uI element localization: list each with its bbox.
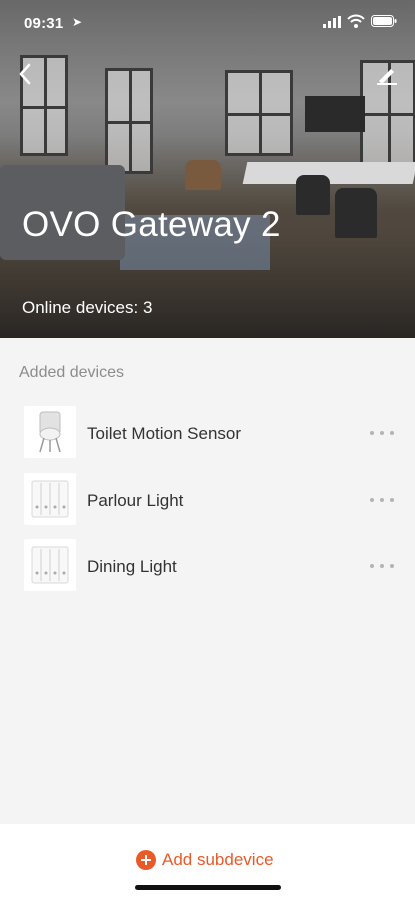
- chair-decoration: [185, 160, 221, 190]
- chair-decoration: [296, 175, 330, 215]
- device-list: Toilet Motion Sensor Parlour Light Dinin…: [0, 400, 415, 600]
- device-row-toilet-motion-sensor[interactable]: Toilet Motion Sensor: [0, 400, 415, 467]
- device-name: Toilet Motion Sensor: [87, 424, 242, 443]
- status-time: 09:31: [24, 15, 64, 32]
- bottom-action-bar: Add subdevice: [0, 824, 415, 900]
- more-options-button[interactable]: [369, 555, 395, 575]
- chair-decoration: [335, 188, 377, 238]
- edit-button[interactable]: [375, 62, 399, 86]
- section-label: Added devices: [19, 364, 124, 381]
- window-decoration: [105, 68, 153, 174]
- device-row-dining-light[interactable]: Dining Light: [0, 533, 415, 600]
- window-decoration: [225, 70, 293, 156]
- motion-sensor-icon: [24, 406, 76, 458]
- device-row-parlour-light[interactable]: Parlour Light: [0, 467, 415, 534]
- device-name: Dining Light: [87, 557, 177, 576]
- light-switch-icon: [24, 539, 76, 591]
- location-arrow-icon: ➤: [72, 15, 83, 29]
- gateway-title: OVO Gateway 2: [22, 205, 281, 244]
- light-switch-icon: [24, 472, 76, 525]
- battery-icon: [371, 15, 397, 27]
- online-devices-count: Online devices: 3: [22, 298, 153, 317]
- add-subdevice-label: Add subdevice: [162, 850, 274, 869]
- chevron-left-icon: [19, 63, 31, 85]
- add-subdevice-button[interactable]: Add subdevice: [136, 850, 274, 870]
- plus-circle-icon: [136, 850, 156, 870]
- status-bar: 09:31 ➤: [0, 0, 415, 44]
- device-name: Parlour Light: [87, 490, 184, 510]
- more-options-button[interactable]: [369, 422, 395, 442]
- home-indicator: [135, 885, 281, 890]
- back-button[interactable]: [14, 60, 38, 88]
- more-options-button[interactable]: [369, 489, 395, 509]
- gateway-header-image: [0, 0, 415, 338]
- wifi-icon: [347, 14, 365, 28]
- pencil-icon: [377, 69, 397, 85]
- tv-decoration: [305, 96, 365, 132]
- cellular-signal-icon: [323, 16, 341, 28]
